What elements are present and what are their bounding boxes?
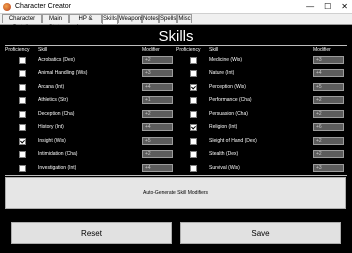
intimidation-label: Intimidation (Cha) — [38, 151, 78, 157]
performance-modifier-input[interactable]: +2 — [313, 96, 344, 104]
medicine-modifier-input[interactable]: +3 — [313, 56, 344, 64]
sleight-of-hand-modifier-input[interactable]: +2 — [313, 137, 344, 145]
survival-modifier-input[interactable]: +3 — [313, 164, 344, 172]
investigation-label: Investigation (Int) — [38, 165, 77, 171]
close-button[interactable]: ✕ — [341, 1, 348, 12]
arcana-modifier-input[interactable]: +4 — [142, 83, 173, 91]
intimidation-proficiency-checkbox[interactable] — [19, 150, 26, 158]
stealth-proficiency-checkbox[interactable] — [190, 150, 197, 158]
insight-modifier-input[interactable]: +5 — [142, 137, 173, 145]
tab-weapons[interactable]: Weapons — [118, 14, 144, 23]
deception-proficiency-checkbox[interactable] — [19, 110, 26, 118]
proficiency-header-left: Proficiency — [5, 47, 30, 53]
history-proficiency-checkbox[interactable] — [19, 123, 26, 131]
skill-header-right: Skill — [209, 47, 219, 53]
animal-handling-label: Animal Handling (Wis) — [38, 70, 88, 76]
proficiency-header-right: Proficiency — [176, 47, 201, 53]
history-modifier-input[interactable]: +4 — [142, 123, 173, 131]
performance-proficiency-checkbox[interactable] — [190, 96, 197, 104]
modifier-header-right: Modifier — [313, 47, 331, 53]
tab-skills[interactable]: Skills — [102, 14, 118, 24]
perception-modifier-input[interactable]: +5 — [313, 83, 344, 91]
survival-label: Survival (Wis) — [209, 165, 240, 171]
persuasion-modifier-input[interactable]: +2 — [313, 110, 344, 118]
intimidation-modifier-input[interactable]: +2 — [142, 150, 173, 158]
athletics-proficiency-checkbox[interactable] — [19, 96, 26, 104]
arcana-proficiency-checkbox[interactable] — [19, 83, 26, 91]
persuasion-label: Persuasion (Cha) — [209, 111, 248, 117]
religion-label: Religion (Int) — [209, 124, 238, 130]
stealth-modifier-input[interactable]: +2 — [313, 150, 344, 158]
tab-strip: Character Details Main Stats HP & Armour… — [0, 14, 352, 31]
reset-button[interactable]: Reset — [11, 222, 172, 244]
maximize-button[interactable]: ☐ — [324, 1, 331, 12]
medicine-label: Medicine (Wis) — [209, 57, 243, 63]
nature-label: Nature (Int) — [209, 70, 235, 76]
persuasion-proficiency-checkbox[interactable] — [190, 110, 197, 118]
window-title: Character Creator — [15, 3, 72, 10]
perception-label: Perception (Wis) — [209, 84, 246, 90]
tab-hp-armour[interactable]: HP & Armour — [69, 14, 102, 31]
insight-label: Insight (Wis) — [38, 138, 66, 144]
perception-proficiency-checkbox[interactable] — [190, 83, 197, 91]
insight-proficiency-checkbox[interactable] — [19, 137, 26, 145]
acrobatics-modifier-input[interactable]: +2 — [142, 56, 173, 64]
nature-proficiency-checkbox[interactable] — [190, 69, 197, 77]
investigation-modifier-input[interactable]: +4 — [142, 164, 173, 172]
modifier-header-left: Modifier — [142, 47, 160, 53]
tab-spells[interactable]: Spells — [159, 14, 177, 23]
app-icon — [3, 2, 11, 11]
save-button[interactable]: Save — [180, 222, 341, 244]
survival-proficiency-checkbox[interactable] — [190, 164, 197, 172]
bottom-divider — [5, 175, 347, 176]
acrobatics-proficiency-checkbox[interactable] — [19, 56, 26, 64]
tab-misc[interactable]: Misc — [177, 14, 192, 23]
acrobatics-label: Acrobatics (Dex) — [38, 57, 75, 63]
performance-label: Performance (Cha) — [209, 97, 252, 103]
animal-handling-proficiency-checkbox[interactable] — [19, 69, 26, 77]
deception-modifier-input[interactable]: +2 — [142, 110, 173, 118]
religion-modifier-input[interactable]: +6 — [313, 123, 344, 131]
deception-label: Deception (Cha) — [38, 111, 75, 117]
athletics-modifier-input[interactable]: +1 — [142, 96, 173, 104]
auto-generate-button[interactable]: Auto-Generate Skill Modifiers — [5, 177, 346, 209]
tab-character-details[interactable]: Character Details — [2, 14, 42, 31]
stealth-label: Stealth (Dex) — [209, 151, 239, 157]
tab-notes[interactable]: Notes — [142, 14, 159, 23]
title-bar: Character Creator — ☐ ✕ — [0, 0, 352, 14]
skill-header-left: Skill — [38, 47, 48, 53]
investigation-proficiency-checkbox[interactable] — [19, 164, 26, 172]
nature-modifier-input[interactable]: +4 — [313, 69, 344, 77]
top-divider — [5, 45, 347, 46]
religion-proficiency-checkbox[interactable] — [190, 123, 197, 131]
animal-handling-modifier-input[interactable]: +3 — [142, 69, 173, 77]
page-title: Skills — [158, 28, 194, 45]
tab-main-stats[interactable]: Main Stats — [42, 14, 69, 31]
athletics-label: Athletics (Str) — [38, 97, 69, 103]
arcana-label: Arcana (Int) — [38, 84, 65, 90]
minimize-button[interactable]: — — [306, 1, 314, 12]
sleight-of-hand-label: Sleight of Hand (Dex) — [209, 138, 257, 144]
history-label: History (Int) — [38, 124, 64, 130]
sleight-of-hand-proficiency-checkbox[interactable] — [190, 137, 197, 145]
medicine-proficiency-checkbox[interactable] — [190, 56, 197, 64]
